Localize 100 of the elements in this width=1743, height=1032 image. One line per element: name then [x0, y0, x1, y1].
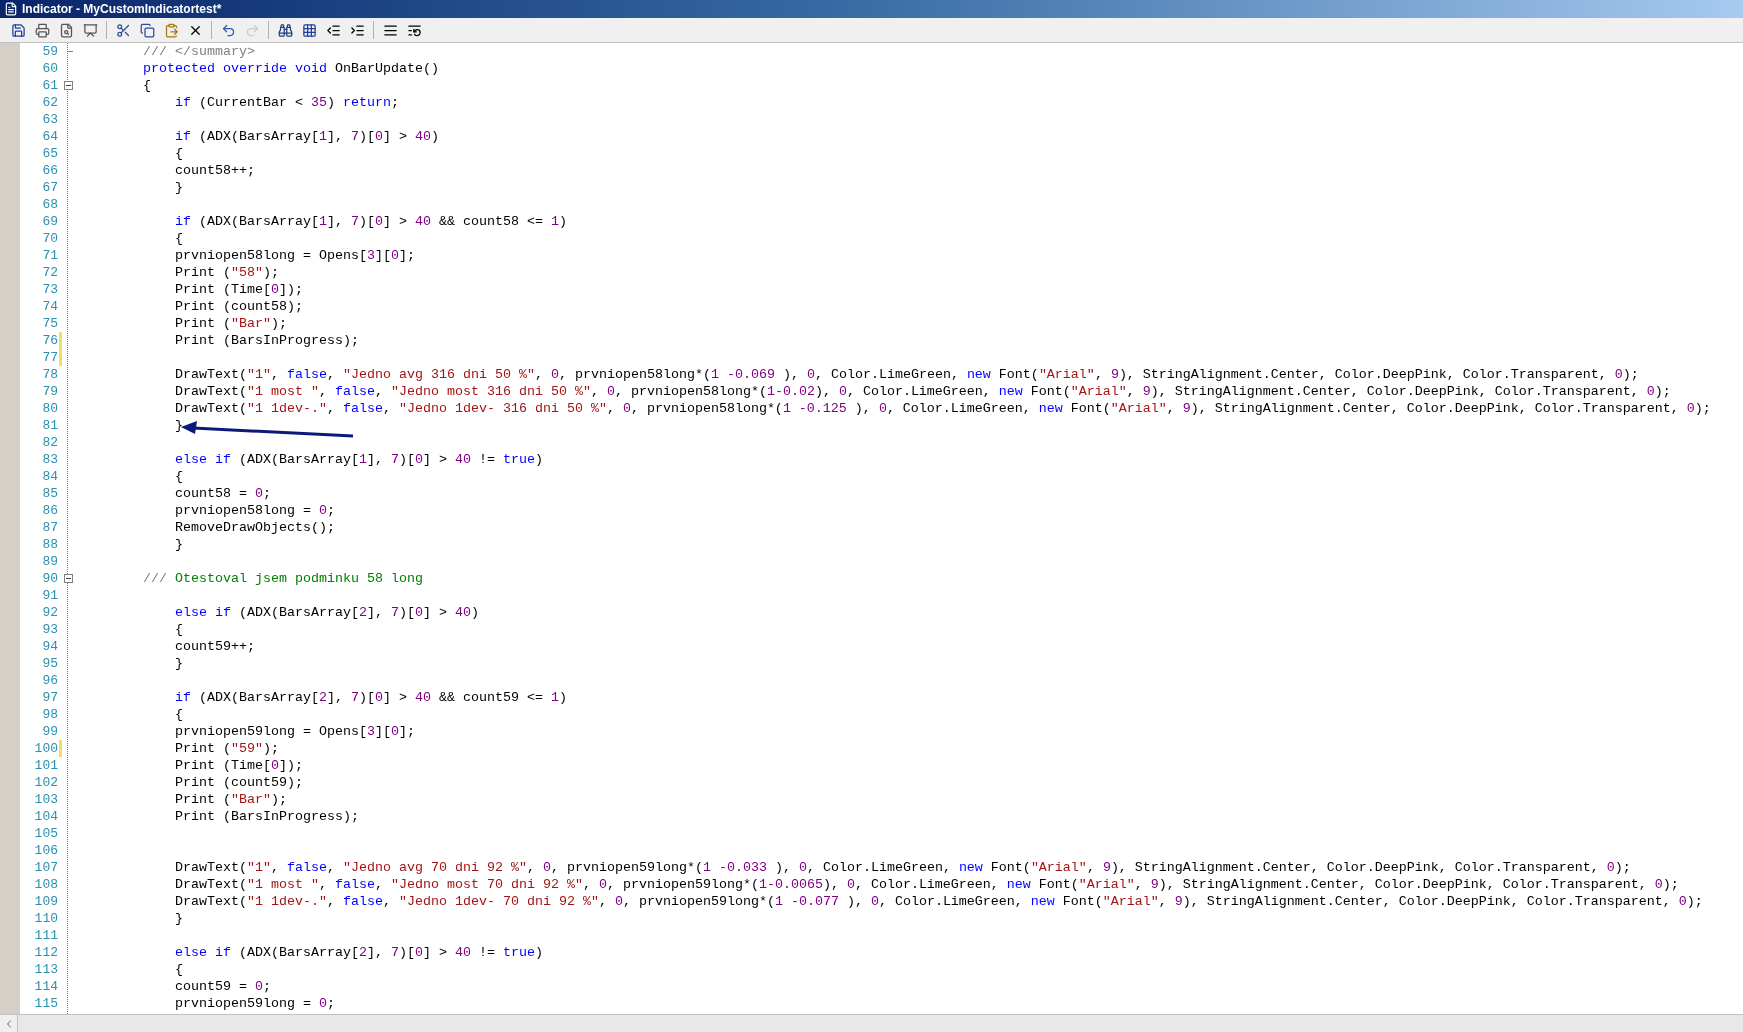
code-line: Print ("Bar"); [173, 315, 287, 332]
line-number: 109 [33, 893, 58, 910]
code-line: /// </summary> [142, 43, 255, 60]
line-number: 85 [41, 485, 58, 502]
line-number: 108 [33, 876, 58, 893]
line-number: 76 [41, 332, 58, 349]
code-line: prvniopen59long = 0; [173, 995, 335, 1012]
line-number: 75 [41, 315, 58, 332]
line-number: 84 [41, 468, 58, 485]
line-number: 97 [41, 689, 58, 706]
copy-icon [139, 22, 155, 38]
line-number: 64 [41, 128, 58, 145]
line-number: 94 [41, 638, 58, 655]
code-line: Print (Time[0]); [173, 281, 303, 298]
line-number: 79 [41, 383, 58, 400]
horizontal-scrollbar[interactable] [0, 1014, 1743, 1032]
code-line: if (CurrentBar < 35) return; [173, 94, 399, 111]
code-line: DrawText("1", false, "Jedno avg 316 dni 50 %", 0, prvniopen58long*(1 -0.069 ), 0, Color.LimeGreen, new Font("Arial", 9), StringAlignment.Center, Color.DeepPink, Color.Transparent, 0); [173, 366, 1639, 383]
window-title: Indicator - MyCustomIndicatortest* [22, 1, 222, 18]
line-number: 93 [41, 621, 58, 638]
code-line: { [142, 77, 151, 94]
code-line: { [173, 230, 183, 247]
code-line: if (ADX(BarsArray[2], 7)[0] > 40 && count59 <= 1) [173, 689, 567, 706]
line-number: 110 [33, 910, 58, 927]
code-line: } [173, 179, 183, 196]
code-line: Print (BarsInProgress); [173, 808, 359, 825]
paste-icon [163, 22, 179, 38]
outdent-icon [325, 22, 341, 38]
line-number: 101 [33, 757, 58, 774]
line-number: 96 [41, 672, 58, 689]
line-number: 68 [41, 196, 58, 213]
presentation-icon [82, 22, 98, 38]
code-line: DrawText("1 1dev-.", false, "Jedno 1dev- 316 dni 50 %", 0, prvniopen58long*(1 -0.125 ), 0, Color.LimeGreen, new Font("Arial", 9), StringAlignment.Center, Color.DeepPink, Color.Transparent, 0); [173, 400, 1711, 417]
code-line: Print (count59); [173, 774, 303, 791]
line-number: 74 [41, 298, 58, 315]
line-number: 105 [33, 825, 58, 842]
code-line: RemoveDrawObjects(); [173, 519, 335, 536]
redo-icon [244, 22, 260, 38]
line-number: 90 [41, 570, 58, 587]
line-number: 80 [41, 400, 58, 417]
line-number: 106 [33, 842, 58, 859]
code-line: count58++; [173, 162, 255, 179]
find-icon [277, 22, 293, 38]
code-line: } [173, 536, 183, 553]
code-line: prvniopen58long = Opens[3][0]; [173, 247, 415, 264]
line-number: 100 [33, 740, 58, 757]
line-number: 87 [41, 519, 58, 536]
line-number: 70 [41, 230, 58, 247]
line-number: 112 [33, 944, 58, 961]
line-number: 66 [41, 162, 58, 179]
code-line: Print (Time[0]); [173, 757, 303, 774]
code-line: if (ADX(BarsArray[1], 7)[0] > 40) [173, 128, 439, 145]
line-number: 67 [41, 179, 58, 196]
line-number: 99 [41, 723, 58, 740]
code-line: Print ("59"); [173, 740, 279, 757]
line-number: 95 [41, 655, 58, 672]
line-number: 81 [41, 417, 58, 434]
code-line: } [173, 655, 183, 672]
code-line: DrawText("1 most ", false, "Jedno most 316 dni 50 %", 0, prvniopen58long*(1-0.02), 0, Color.LimeGreen, new Font("Arial", 9), StringAlignment.Center, Color.DeepPink, Color.Transparent, 0); [173, 383, 1671, 400]
code-line: count59 = 0; [173, 978, 271, 995]
print-preview-icon [58, 22, 74, 38]
line-number: 92 [41, 604, 58, 621]
code-line: prvniopen59long = Opens[3][0]; [173, 723, 415, 740]
line-number: 104 [33, 808, 58, 825]
code-line: Print ("58"); [173, 264, 279, 281]
cut-icon [115, 22, 131, 38]
uncomment-lines-icon [406, 22, 422, 38]
line-number: 73 [41, 281, 58, 298]
line-number: 60 [41, 60, 58, 77]
line-number: 98 [41, 706, 58, 723]
code-line: count59++; [173, 638, 255, 655]
line-number: 61 [41, 77, 58, 94]
collapse-icon[interactable] [64, 81, 73, 90]
grid-icon [301, 22, 317, 38]
code-line: DrawText("1 most ", false, "Jedno most 70 dni 92 %", 0, prvniopen59long*(1-0.0065), 0, Color.LimeGreen, new Font("Arial", 9), StringAlignment.Center, Color.DeepPink, Color.Transparent, 0); [173, 876, 1679, 893]
print-icon [34, 22, 50, 38]
collapse-icon[interactable] [64, 574, 73, 583]
line-number: 91 [41, 587, 58, 604]
code-line: prvniopen58long = 0; [173, 502, 335, 519]
document-icon [4, 2, 18, 16]
line-number: 115 [33, 995, 58, 1012]
indent-icon [349, 22, 365, 38]
line-number: 72 [41, 264, 58, 281]
code-line: Print ("Bar"); [173, 791, 287, 808]
code-line: { [173, 145, 183, 162]
save-icon [10, 22, 26, 38]
code-line: if (ADX(BarsArray[1], 7)[0] > 40 && count58 <= 1) [173, 213, 567, 230]
line-number: 107 [33, 859, 58, 876]
line-number: 82 [41, 434, 58, 451]
code-line: else if (ADX(BarsArray[2], 7)[0] > 40 != true) [173, 944, 543, 961]
line-number: 65 [41, 145, 58, 162]
code-line: DrawText("1 1dev-.", false, "Jedno 1dev- 70 dni 92 %", 0, prvniopen59long*(1 -0.077 ), 0, Color.LimeGreen, new Font("Arial", 9), StringAlignment.Center, Color.DeepPink, Color.Transparent, 0); [173, 893, 1703, 910]
code-line: Print (BarsInProgress); [173, 332, 359, 349]
line-number: 62 [41, 94, 58, 111]
code-line: DrawText("1", false, "Jedno avg 70 dni 92 %", 0, prvniopen59long*(1 -0.033 ), 0, Color.LimeGreen, new Font("Arial", 9), StringAlignment.Center, Color.DeepPink, Color.Transparent, 0); [173, 859, 1631, 876]
code-line: } [173, 417, 183, 434]
code-line: else if (ADX(BarsArray[1], 7)[0] > 40 != true) [173, 451, 543, 468]
line-number: 113 [33, 961, 58, 978]
line-number: 111 [33, 927, 58, 944]
line-number: 86 [41, 502, 58, 519]
